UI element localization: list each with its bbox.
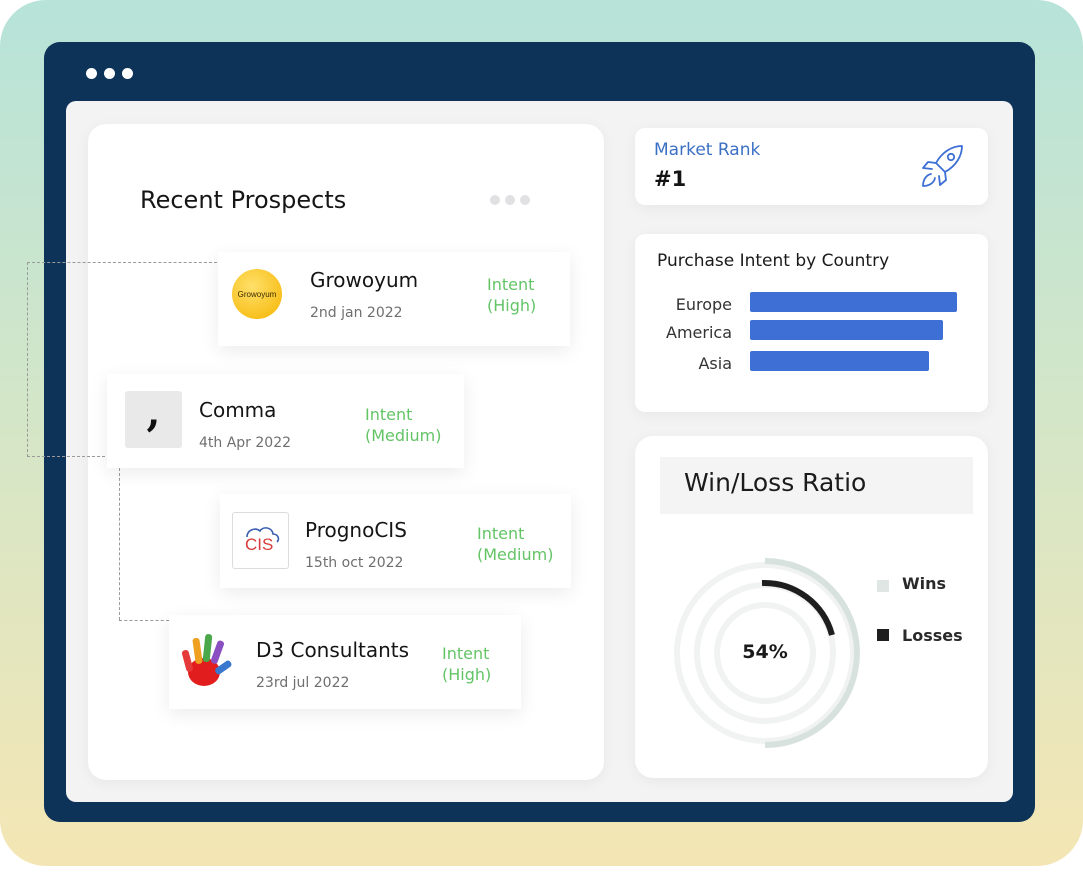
- intent-status: Intent (Medium): [477, 524, 554, 564]
- win-loss-percent: 54%: [742, 641, 788, 663]
- prospect-name: D3 Consultants: [256, 638, 410, 662]
- comma-logo: ,: [125, 389, 182, 448]
- prognocis-logo: CIS: [232, 512, 289, 569]
- bar-label-asia: Asia: [698, 354, 732, 373]
- prospect-date: 15th oct 2022: [305, 555, 404, 571]
- bar-label-america: America: [666, 323, 732, 342]
- recent-prospects-title: Recent Prospects: [140, 186, 347, 214]
- window-dot[interactable]: [122, 68, 133, 79]
- intent-status: Intent (Medium): [365, 405, 442, 445]
- connector-line: [27, 262, 28, 457]
- rocket-icon: [918, 143, 968, 195]
- prospect-name: Comma: [199, 398, 277, 422]
- intent-status: Intent (High): [442, 644, 492, 684]
- wins-legend-label: Wins: [902, 574, 947, 593]
- win-loss-title: Win/Loss Ratio: [684, 468, 867, 497]
- connector-line: [27, 262, 217, 263]
- window-dot[interactable]: [86, 68, 97, 79]
- losses-arc: [761, 579, 835, 636]
- bar-europe: [750, 292, 957, 312]
- window-controls[interactable]: [86, 68, 133, 79]
- intent-status: Intent (High): [487, 275, 537, 315]
- prospect-name: Growoyum: [310, 268, 419, 292]
- connector-line: [119, 468, 120, 620]
- bar-asia: [750, 351, 929, 371]
- purchase-intent-title: Purchase Intent by Country: [657, 251, 890, 271]
- losses-legend-label: Losses: [902, 626, 963, 645]
- prospect-date: 4th Apr 2022: [199, 435, 292, 451]
- wins-legend-swatch: [877, 580, 889, 592]
- more-options-icon[interactable]: [490, 195, 530, 205]
- market-rank-value: #1: [654, 167, 687, 191]
- growoyum-logo: Growoyum: [232, 269, 282, 319]
- d3-consultants-logo: [178, 628, 238, 698]
- losses-legend-swatch: [877, 629, 889, 641]
- window-dot[interactable]: [104, 68, 115, 79]
- bar-america: [750, 320, 943, 340]
- prospect-date: 23rd jul 2022: [256, 675, 350, 691]
- market-rank-label: Market Rank: [654, 140, 761, 160]
- connector-line: [119, 620, 169, 621]
- prospect-date: 2nd jan 2022: [310, 305, 403, 321]
- connector-line: [27, 456, 105, 457]
- bar-label-europe: Europe: [675, 295, 732, 314]
- prospect-name: PrognoCIS: [305, 518, 407, 542]
